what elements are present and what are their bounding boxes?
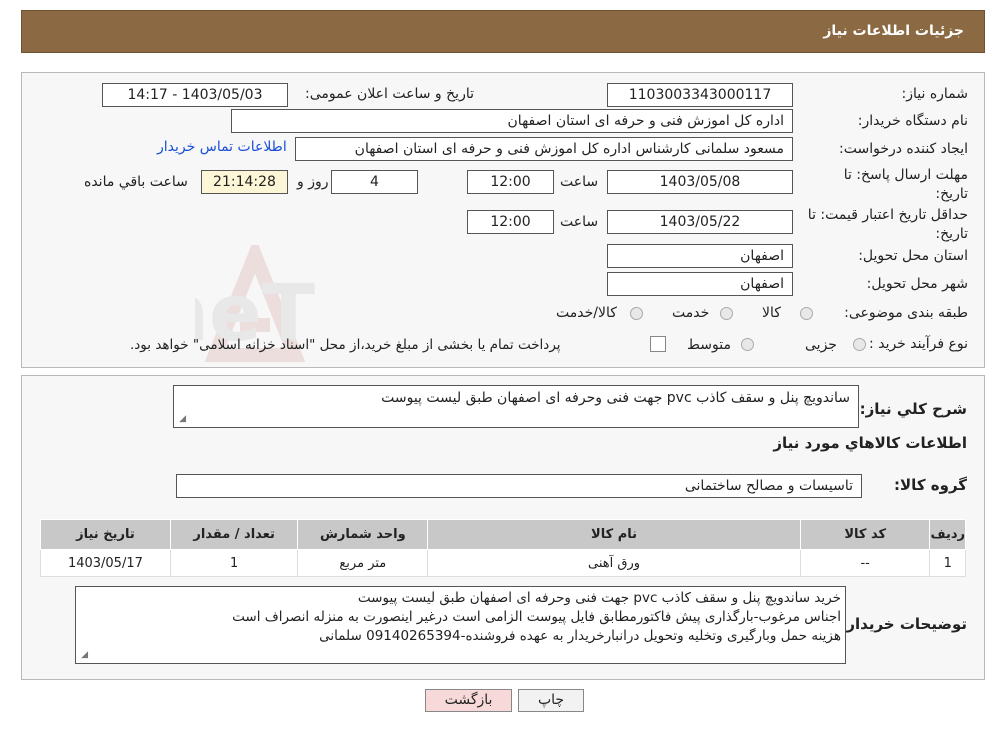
buyer-notes-text: خرید ساندویچ پنل و سقف کاذب pvc جهت فنی … xyxy=(232,589,841,646)
col-item-code: کد کالا xyxy=(799,519,931,550)
treasury-checkbox[interactable] xyxy=(650,336,666,352)
buyer-notes-label: توضيحات خريدار: xyxy=(840,615,967,633)
price-validity-label: حداقل تاریخ اعتبار قیمت: تا تاریخ: xyxy=(807,207,968,242)
resize-grip-icon[interactable]: ◢ xyxy=(79,651,88,660)
category-goods-service-radio[interactable] xyxy=(630,307,643,320)
goods-section-title: اطلاعات کالاهاي مورد نياز xyxy=(773,434,967,452)
process-medium-radio[interactable] xyxy=(741,338,754,351)
col-unit: واحد شمارش xyxy=(297,519,429,550)
category-service-radio[interactable] xyxy=(720,307,733,320)
cell-row-number: 1 xyxy=(929,549,966,577)
col-need-date: تاريخ نياز xyxy=(40,519,171,550)
cell-unit: متر مربع xyxy=(297,549,429,577)
announce-date-field: 1403/05/03 - 14:17 xyxy=(102,83,288,107)
table-row: 1 -- ورق آهنی متر مربع 1 1403/05/17 xyxy=(40,549,966,577)
city-field: اصفهان xyxy=(607,272,793,296)
col-row-number: رديف xyxy=(929,519,966,550)
province-label: استان محل تحویل: xyxy=(858,248,968,264)
remaining-time-label: ساعت باقي مانده xyxy=(84,174,188,190)
goods-group-field: تاسیسات و مصالح ساختمانی xyxy=(176,474,862,498)
category-label: طبقه بندی موضوعی: xyxy=(844,305,968,321)
page-title: جزئیات اطلاعات نیاز xyxy=(823,23,964,39)
province-field: اصفهان xyxy=(607,244,793,268)
category-service-label: خدمت xyxy=(672,305,710,321)
cell-need-date: 1403/05/17 xyxy=(40,549,171,577)
buyer-notes-textarea[interactable]: خرید ساندویچ پنل و سقف کاذب pvc جهت فنی … xyxy=(75,586,846,664)
announce-date-label: تاریخ و ساعت اعلان عمومی: xyxy=(305,86,474,102)
process-partial-label: جزیی xyxy=(805,337,837,353)
deadline-label: مهلت ارسال پاسخ: تا تاریخ: xyxy=(843,167,968,202)
deadline-time-label: ساعت xyxy=(560,174,599,190)
price-validity-time-field: 12:00 xyxy=(467,210,554,234)
process-medium-label: متوسط xyxy=(687,337,731,353)
category-goods-label: کالا xyxy=(762,305,781,321)
category-goods-radio[interactable] xyxy=(800,307,813,320)
days-remaining-field: 4 xyxy=(331,170,418,194)
deadline-time-field: 12:00 xyxy=(467,170,554,194)
treasury-note: پرداخت تمام یا بخشی از مبلغ خرید،از محل … xyxy=(130,337,561,353)
summary-text: ساندویچ پنل و سقف کاذب pvc جهت فنی وحرفه… xyxy=(381,390,850,406)
resize-grip-icon[interactable]: ◢ xyxy=(177,415,186,424)
summary-label: شرح کلي نياز: xyxy=(859,400,967,418)
goods-table-header: رديف کد کالا نام کالا واحد شمارش تعداد /… xyxy=(40,519,966,550)
back-button[interactable]: بازگشت xyxy=(425,689,512,712)
process-partial-radio[interactable] xyxy=(853,338,866,351)
cell-item-code: -- xyxy=(799,549,931,577)
category-goods-service-label: کالا/خدمت xyxy=(556,305,617,321)
buyer-notes-line-1: خرید ساندویچ پنل و سقف کاذب pvc جهت فنی … xyxy=(357,590,841,606)
goods-table: رديف کد کالا نام کالا واحد شمارش تعداد /… xyxy=(40,519,966,577)
price-validity-time-label: ساعت xyxy=(560,214,599,230)
buyer-notes-line-3: هزینه حمل وبارگیری وتخلیه وتحویل درانبار… xyxy=(319,628,841,644)
buyer-contact-link[interactable]: اطلاعات تماس خریدار xyxy=(157,139,287,155)
buyer-org-label: نام دستگاه خریدار: xyxy=(857,113,968,129)
col-item-name: نام کالا xyxy=(427,519,801,550)
price-validity-date-field: 1403/05/22 xyxy=(607,210,793,234)
buyer-notes-line-2: اجناس مرغوب-بارگذاری پیش فاکتورمطابق فای… xyxy=(232,609,841,625)
need-number-field: 1103003343000117 xyxy=(607,83,793,107)
creator-field: مسعود سلمانی کارشناس اداره کل اموزش فنی … xyxy=(295,137,793,161)
cell-item-name: ورق آهنی xyxy=(427,549,801,577)
page-header: جزئیات اطلاعات نیاز xyxy=(21,10,985,53)
cell-quantity: 1 xyxy=(169,549,299,577)
process-type-label: نوع فرآیند خرید : xyxy=(869,336,968,352)
summary-textarea[interactable]: ساندویچ پنل و سقف کاذب pvc جهت فنی وحرفه… xyxy=(173,385,859,428)
days-label: روز و xyxy=(297,174,329,190)
creator-label: ایجاد کننده درخواست: xyxy=(839,141,968,157)
goods-group-label: گروه کالا: xyxy=(894,476,967,494)
remaining-time-field: 21:14:28 xyxy=(201,170,288,194)
print-button[interactable]: چاپ xyxy=(518,689,584,712)
buyer-org-field: اداره کل اموزش فنی و حرفه ای استان اصفها… xyxy=(231,109,793,133)
need-number-label: شماره نیاز: xyxy=(901,86,969,102)
city-label: شهر محل تحویل: xyxy=(866,276,968,292)
deadline-date-field: 1403/05/08 xyxy=(607,170,793,194)
col-quantity: تعداد / مقدار xyxy=(169,519,299,550)
goods-table-wrapper: رديف کد کالا نام کالا واحد شمارش تعداد /… xyxy=(40,519,966,577)
